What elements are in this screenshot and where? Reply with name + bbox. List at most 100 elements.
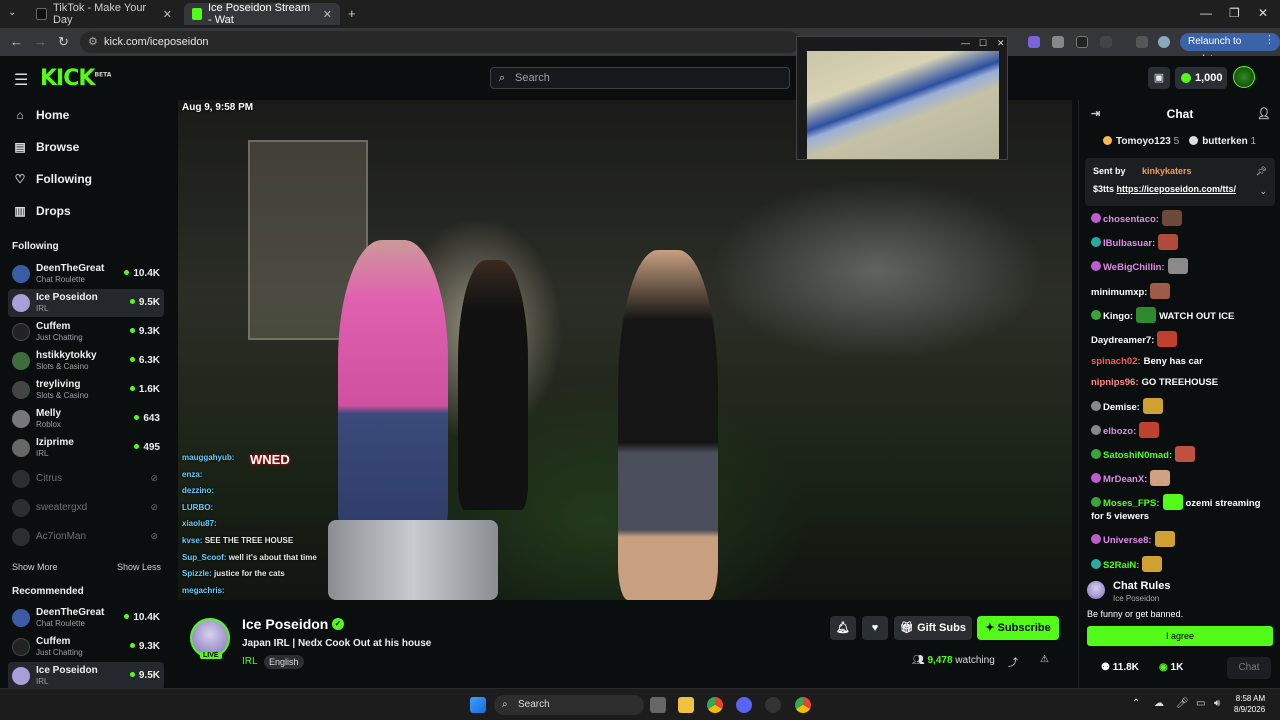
close-icon[interactable]: ✕ xyxy=(323,8,332,21)
subscribe-button[interactable]: ✦ Subscribe xyxy=(977,616,1059,640)
recommended-channel[interactable]: Cuffem Just Chatting 9.3K xyxy=(8,633,164,661)
language-tag[interactable]: English xyxy=(264,655,304,669)
following-channel-offline[interactable]: sweatergxd ⊘ xyxy=(8,494,164,522)
file-explorer-icon[interactable] xyxy=(678,697,694,713)
chat-username[interactable]: spinach02: xyxy=(1091,356,1141,367)
extension-icon[interactable] xyxy=(1028,36,1040,48)
pip-video[interactable] xyxy=(807,51,999,159)
taskbar-search[interactable]: ⌕ Search xyxy=(494,695,644,715)
agree-button[interactable]: I agree xyxy=(1087,626,1273,646)
extension-icon[interactable] xyxy=(1052,36,1064,48)
new-tab-button[interactable]: + xyxy=(348,6,356,21)
volume-icon[interactable]: 🔊︎ xyxy=(1214,698,1220,709)
nav-following[interactable]: ♡ Following xyxy=(14,172,92,186)
discord-icon[interactable] xyxy=(736,697,752,713)
following-channel[interactable]: DeenTheGreat Chat Roulette 10.4K xyxy=(8,260,164,288)
channel-points-button[interactable]: 1,000 xyxy=(1175,67,1227,89)
reload-icon[interactable]: ↻ xyxy=(58,34,69,50)
browser-menu-icon[interactable]: ⋮ xyxy=(1264,33,1275,46)
following-channel[interactable]: Ice Poseidon IRL 9.5K xyxy=(8,289,164,317)
forward-icon[interactable]: → xyxy=(34,34,47,49)
gifter[interactable]: butterken 1 xyxy=(1189,136,1256,147)
show-more-button[interactable]: Show More xyxy=(12,562,58,572)
minimize-icon[interactable]: — xyxy=(961,38,970,48)
picture-in-picture-window[interactable]: — ☐ ✕ xyxy=(796,36,1008,160)
points-balance[interactable]: ◉ 1K xyxy=(1159,662,1183,673)
windows-start-icon[interactable] xyxy=(470,697,486,713)
maximize-icon[interactable]: ☐ xyxy=(979,38,987,49)
close-icon[interactable]: ✕ xyxy=(997,38,1005,49)
site-info-icon[interactable]: ⚙ xyxy=(88,31,98,53)
kick-logo[interactable]: KICKBETA xyxy=(40,66,111,91)
following-channel[interactable]: hstikkytokky Slots & Casino 6.3K xyxy=(8,347,164,375)
show-less-button[interactable]: Show Less xyxy=(117,562,161,572)
following-channel[interactable]: Iziprime IRL 495 xyxy=(8,434,164,462)
tab-kick[interactable]: Ice Poseidon Stream - Wat ✕ xyxy=(184,2,340,26)
notification-bell-button[interactable]: 🔔︎ xyxy=(830,616,856,640)
streamer-name[interactable]: Ice Poseidon xyxy=(242,616,328,632)
chat-username[interactable]: nipnips96: xyxy=(1091,377,1139,388)
following-channel[interactable]: Cuffem Just Chatting 9.3K xyxy=(8,318,164,346)
extension-icon[interactable] xyxy=(1076,36,1088,48)
display-icon[interactable]: ▭ xyxy=(1196,698,1205,709)
pin-icon[interactable]: 📌︎ xyxy=(1256,166,1267,177)
followers-count[interactable]: ⚉ 11.8K xyxy=(1101,662,1139,673)
chat-username[interactable]: elbozo: xyxy=(1103,426,1136,437)
following-channel-offline[interactable]: Ac7ionMan ⊘ xyxy=(8,523,164,551)
gifter[interactable]: Tomoyo123 5 xyxy=(1103,136,1179,147)
tab-search-icon[interactable]: ⌄ xyxy=(8,7,16,18)
chat-username[interactable]: minimumxp: xyxy=(1091,287,1147,298)
recommended-channel[interactable]: DeenTheGreat Chat Roulette 10.4K xyxy=(8,604,164,632)
chrome-icon[interactable] xyxy=(707,697,723,713)
system-clock[interactable]: 8:58 AM 8/9/2026 xyxy=(1234,693,1265,715)
task-view-icon[interactable] xyxy=(650,697,666,713)
pinned-message[interactable]: Sent by kinkykaters $3tts https://icepos… xyxy=(1085,158,1275,206)
microphone-icon[interactable]: 🎤︎ xyxy=(1176,698,1189,709)
gift-subs-button[interactable]: 🎁︎ Gift Subs xyxy=(894,616,972,640)
following-channel-offline[interactable]: Citrus ⊘ xyxy=(8,465,164,493)
share-icon[interactable]: ⤴ xyxy=(1008,654,1018,669)
search-input[interactable]: ⌕ Search xyxy=(490,67,790,89)
close-icon[interactable]: ✕ xyxy=(163,8,172,21)
chat-send-button[interactable]: Chat xyxy=(1227,657,1271,679)
chevron-down-icon[interactable]: ⌄ xyxy=(1259,186,1267,197)
back-icon[interactable]: ← xyxy=(10,34,23,49)
chat-username[interactable]: Kingo: xyxy=(1103,311,1133,322)
reading-list-icon[interactable] xyxy=(1136,36,1148,48)
chat-username[interactable]: Universe8: xyxy=(1103,535,1152,546)
chat-username[interactable]: chosentaco: xyxy=(1103,214,1159,225)
chat-username[interactable]: Moses_FPS: xyxy=(1103,498,1160,509)
close-window-icon[interactable]: ✕ xyxy=(1258,6,1268,20)
nav-browse[interactable]: ▤ Browse xyxy=(14,140,79,154)
pinned-link[interactable]: https://iceposeidon.com/tts/ xyxy=(1117,184,1237,194)
recommended-channel[interactable]: Ice Poseidon IRL 9.5K xyxy=(8,662,164,690)
tab-tiktok[interactable]: TikTok - Make Your Day ✕ xyxy=(28,2,180,26)
nav-home[interactable]: ⌂ Home xyxy=(14,108,69,122)
chevron-up-icon[interactable]: ⌃ xyxy=(1132,698,1140,709)
steam-icon[interactable] xyxy=(765,697,781,713)
stream-category[interactable]: IRL xyxy=(242,656,258,667)
minimize-icon[interactable]: — xyxy=(1200,6,1212,20)
network-icon[interactable]: ☁ xyxy=(1154,698,1164,709)
chrome-icon[interactable] xyxy=(795,697,811,713)
chat-username[interactable]: S2RaiN: xyxy=(1103,560,1139,571)
hamburger-menu-icon[interactable]: ☰ xyxy=(14,70,28,90)
report-icon[interactable]: ⚠ xyxy=(1040,654,1049,665)
address-bar[interactable]: ⚙ kick.com/iceposeidon xyxy=(80,31,800,53)
collapse-chat-icon[interactable]: ⇥ xyxy=(1091,100,1100,128)
chat-username[interactable]: IBulbasuar: xyxy=(1103,238,1155,249)
nav-drops[interactable]: ▥ Drops xyxy=(14,204,70,218)
chat-username[interactable]: WeBigChillin: xyxy=(1103,262,1165,273)
user-avatar[interactable] xyxy=(1233,66,1255,88)
chat-users-icon[interactable]: 👤︎ xyxy=(1257,100,1271,128)
extensions-puzzle-icon[interactable] xyxy=(1100,36,1112,48)
profile-avatar[interactable] xyxy=(1158,36,1170,48)
chat-username[interactable]: Demise: xyxy=(1103,402,1140,413)
follow-heart-button[interactable]: ♥ xyxy=(862,616,888,640)
chat-username[interactable]: MrDeanX: xyxy=(1103,474,1147,485)
following-channel[interactable]: Melly Roblox 643 xyxy=(8,405,164,433)
maximize-icon[interactable]: ❐ xyxy=(1229,6,1240,20)
layout-toggle-button[interactable]: ▣ xyxy=(1148,67,1170,89)
chat-username[interactable]: SatoshiN0mad: xyxy=(1103,450,1172,461)
following-channel[interactable]: treyliving Slots & Casino 1.6K xyxy=(8,376,164,404)
